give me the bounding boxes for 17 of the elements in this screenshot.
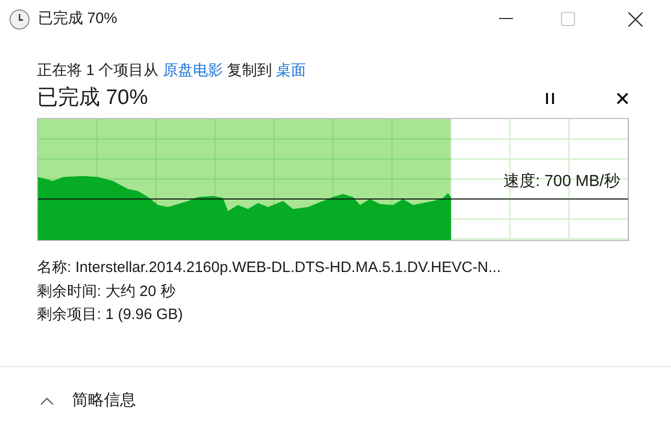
status-sentence: 正在将 1 个项目从 原盘电影 复制到 桌面 <box>37 61 308 81</box>
detail-line: 剩余时间: 大约 20 秒 <box>37 282 176 302</box>
source-link[interactable]: 原盘电影 <box>162 62 223 79</box>
close-icon <box>628 12 642 26</box>
destination-link[interactable]: 桌面 <box>276 62 306 79</box>
chevron-icon <box>40 396 54 404</box>
maximize-icon <box>561 12 575 26</box>
details-toggle[interactable]: 简略信息 <box>40 388 136 412</box>
cancel-icon <box>616 92 628 104</box>
minimize-icon <box>499 18 513 20</box>
clock-icon <box>9 8 30 30</box>
pause-icon <box>546 92 554 104</box>
detail-line: 剩余项目: 1 (9.96 GB) <box>37 305 184 325</box>
speed-label: 速度: 700 MB/秒 <box>504 172 620 192</box>
window-title: 已完成 70% <box>38 8 118 29</box>
progress-heading: 已完成 70% <box>37 85 148 112</box>
detail-line: 名称: Interstellar.2014.2160p.WEB-DL.DTS-HD.MA.5.1.DV.HEVC-N... <box>37 258 502 278</box>
